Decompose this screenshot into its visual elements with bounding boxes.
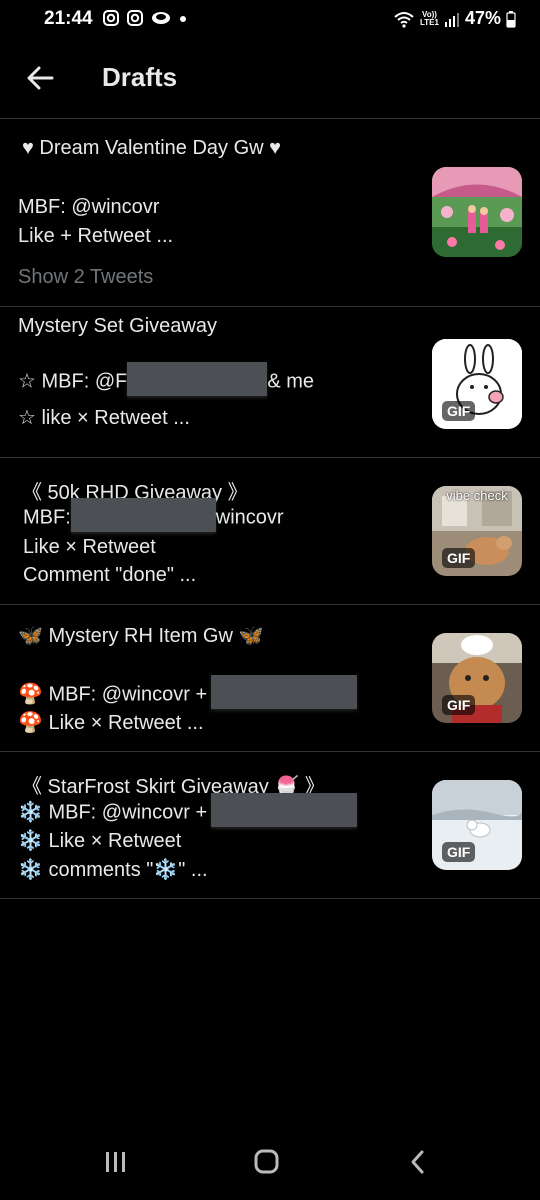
mention-text: MBF: (23, 506, 71, 529)
signal-icon (444, 12, 459, 27)
draft-line: Comment "done" ... (23, 564, 197, 586)
draft-line: Mystery Set Giveaway (18, 315, 217, 337)
instagram-icon (103, 10, 119, 26)
draft-item-valentine[interactable]: ♥ Dream Valentine Day Gw ♥ MBF: @wincovr… (0, 119, 540, 307)
draft-thumbnail: GIF (432, 339, 522, 429)
status-time: 21:44 (44, 8, 93, 29)
gif-caption: vibe check (446, 488, 508, 503)
draft-line: ❄️ Like × Retweet (18, 830, 182, 852)
mention-text: ❄️ MBF: @wincovr + (18, 801, 208, 824)
draft-line: MBF: wincovr (23, 498, 284, 532)
draft-thumbnail: GIF (432, 633, 522, 723)
show-tweets-link[interactable]: Show 2 Tweets (18, 266, 153, 289)
draft-item-50k-giveaway[interactable]: 《 50k RHD Giveaway 》 MBF: wincovr Like × … (0, 458, 540, 605)
network-type: Vo)) LTE1 (420, 10, 439, 27)
system-navigation-bar (0, 1130, 540, 1200)
gif-badge: GIF (442, 548, 476, 568)
draft-line: Like × Retweet (23, 536, 156, 558)
draft-line: ♥ Dream Valentine Day Gw ♥ (22, 137, 282, 159)
gif-badge: GIF (442, 695, 476, 715)
mention-suffix: wincovr (215, 506, 284, 529)
lte-label: LTE1 (420, 17, 439, 27)
snapchat-icon (152, 12, 170, 24)
draft-line: MBF: @wincovr (18, 196, 160, 218)
draft-line: 🦋 Mystery RH Item Gw 🦋 (18, 625, 264, 647)
home-icon[interactable] (253, 1148, 281, 1176)
draft-line: ☆ like × Retweet ... (18, 407, 190, 429)
draft-thumbnail: vibe check GIF (432, 486, 522, 576)
drafts-header: Drafts (0, 38, 540, 119)
notification-dot-icon (180, 16, 186, 22)
draft-line: ☆ MBF: @F & me (18, 362, 315, 396)
notification-icons (102, 9, 188, 27)
mention-text: 🍄 MBF: @wincovr + (18, 683, 208, 706)
draft-line: 🍄 Like × Retweet ... (18, 712, 204, 734)
drafts-list: ♥ Dream Valentine Day Gw ♥ MBF: @wincovr… (0, 119, 540, 899)
status-bar: 21:44 Vo)) LTE1 47% (0, 0, 540, 38)
recents-icon[interactable] (104, 1148, 128, 1176)
draft-line: 🍄 MBF: @wincovr + (18, 675, 358, 709)
redacted-block (211, 793, 358, 827)
draft-thumbnail (432, 167, 522, 257)
gif-badge: GIF (442, 401, 476, 421)
garden-image (432, 167, 522, 257)
back-arrow-icon[interactable] (26, 64, 54, 92)
draft-item-mystery-set[interactable]: Mystery Set Giveaway ☆ MBF: @F & me ☆ lik… (0, 307, 540, 458)
draft-item-starfrost[interactable]: 《 StarFrost Skirt Giveaway 🍧 》 ❄️ MBF: @… (0, 752, 540, 899)
gif-badge: GIF (442, 842, 476, 862)
redacted-block (211, 675, 358, 709)
page-title: Drafts (102, 62, 178, 92)
redacted-block (70, 498, 216, 532)
mention-text: ☆ MBF: @F (18, 370, 128, 393)
draft-thumbnail: GIF (432, 780, 522, 870)
redacted-block (127, 362, 268, 396)
draft-line: ❄️ comments "❄️" ... (18, 859, 208, 881)
draft-item-rh-item[interactable]: 🦋 Mystery RH Item Gw 🦋 🍄 MBF: @wincovr +… (0, 605, 540, 752)
battery-percent: 47% (464, 8, 501, 28)
mention-suffix: & me (267, 370, 315, 393)
wifi-icon (394, 11, 414, 28)
battery-icon (506, 10, 516, 28)
draft-line: Like + Retweet ... (18, 225, 174, 247)
instagram-icon (127, 10, 143, 26)
draft-line: ❄️ MBF: @wincovr + (18, 793, 358, 827)
system-back-icon[interactable] (406, 1148, 430, 1176)
status-right: Vo)) LTE1 47% (393, 8, 516, 29)
